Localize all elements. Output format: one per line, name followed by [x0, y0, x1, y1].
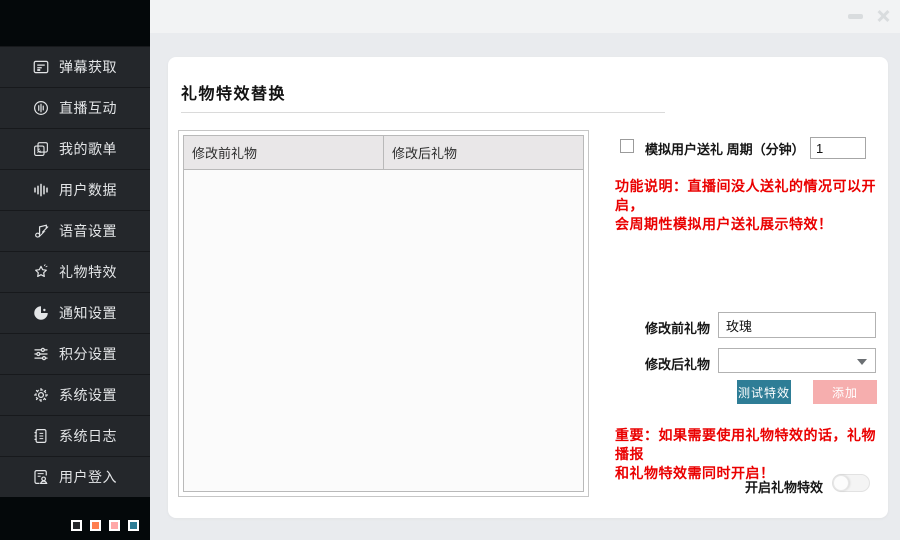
gift-table-body[interactable] — [184, 170, 583, 491]
after-gift-label: 修改后礼物 — [645, 354, 710, 373]
sidebar-item-label: 用户登入 — [59, 467, 117, 487]
sidebar-item-label: 积分设置 — [59, 344, 117, 364]
theme-swatch-teal[interactable] — [128, 520, 139, 531]
sidebar-item-system-settings[interactable]: 系统设置 — [0, 374, 150, 415]
period-minutes-input[interactable] — [810, 137, 866, 159]
sidebar-item-label: 语音设置 — [59, 221, 117, 241]
system-settings-icon — [32, 386, 50, 404]
sidebar-item-label: 用户数据 — [59, 180, 117, 200]
enable-gift-effect-label: 开启礼物特效 — [745, 477, 823, 496]
test-effect-button[interactable]: 测试特效 — [737, 380, 791, 404]
sidebar-item-notify-settings[interactable]: 通知设置 — [0, 292, 150, 333]
danmu-icon — [32, 58, 50, 76]
system-log-icon — [32, 427, 50, 445]
column-header-before: 修改前礼物 — [184, 136, 383, 169]
sidebar-item-label: 弹幕获取 — [59, 57, 117, 77]
points-settings-icon — [32, 345, 50, 363]
after-gift-select[interactable] — [718, 348, 876, 373]
notify-settings-icon — [32, 304, 50, 322]
sidebar-item-system-log[interactable]: 系统日志 — [0, 415, 150, 456]
playlist-icon: A — [32, 140, 50, 158]
column-header-after: 修改后礼物 — [383, 136, 583, 169]
gift-table: 修改前礼物 修改后礼物 — [183, 135, 584, 492]
before-gift-input[interactable] — [718, 312, 876, 338]
gift-effect-card: 礼物特效替换 修改前礼物 修改后礼物 模拟用户送礼 周期（分钟） — [168, 57, 888, 518]
sidebar-header — [0, 0, 150, 46]
titlebar — [150, 0, 900, 33]
user-login-icon — [32, 468, 50, 486]
sidebar-item-label: 我的歌单 — [59, 139, 117, 159]
sidebar-item-label: 礼物特效 — [59, 262, 117, 282]
sidebar-item-points-settings[interactable]: 积分设置 — [0, 333, 150, 374]
svg-text:A: A — [37, 149, 41, 155]
sidebar-item-user-data[interactable]: 用户数据 — [0, 169, 150, 210]
user-data-icon — [32, 181, 50, 199]
theme-swatch-pink[interactable] — [109, 520, 120, 531]
close-icon[interactable] — [875, 8, 891, 24]
main-area: 礼物特效替换 修改前礼物 修改后礼物 模拟用户送礼 周期（分钟） — [150, 0, 900, 540]
sidebar: 弹幕获取 直播互动 A 我的歌单 用户数据 语音设置 — [0, 0, 150, 540]
sidebar-item-label: 直播互动 — [59, 98, 117, 118]
sidebar-item-gift-effect[interactable]: 礼物特效 — [0, 251, 150, 292]
sidebar-item-label: 系统设置 — [59, 385, 117, 405]
sidebar-item-playlist[interactable]: A 我的歌单 — [0, 128, 150, 169]
before-gift-label: 修改前礼物 — [645, 318, 710, 337]
app-window: 弹幕获取 直播互动 A 我的歌单 用户数据 语音设置 — [0, 0, 900, 540]
title-divider — [181, 112, 665, 113]
minimize-icon[interactable] — [848, 14, 863, 19]
add-button[interactable]: 添加 — [813, 380, 877, 404]
voice-settings-icon — [32, 222, 50, 240]
page-title: 礼物特效替换 — [181, 80, 286, 104]
gift-mapping-table: 修改前礼物 修改后礼物 — [178, 130, 589, 497]
enable-gift-effect-toggle[interactable] — [832, 474, 870, 492]
gift-effect-icon — [32, 263, 50, 281]
live-interact-icon — [32, 99, 50, 117]
chevron-down-icon — [857, 359, 867, 365]
simulate-send-label: 模拟用户送礼 周期（分钟） — [645, 139, 805, 158]
sidebar-item-label: 通知设置 — [59, 303, 117, 323]
theme-swatch-dark[interactable] — [71, 520, 82, 531]
sidebar-item-label: 系统日志 — [59, 426, 117, 446]
theme-swatch-orange[interactable] — [90, 520, 101, 531]
theme-palette — [0, 497, 150, 540]
content-area: 礼物特效替换 修改前礼物 修改后礼物 模拟用户送礼 周期（分钟） — [150, 33, 900, 540]
toggle-knob — [833, 475, 849, 491]
feature-note: 功能说明：直播间没人送礼的情况可以开启， 会周期性模拟用户送礼展示特效！ — [615, 177, 885, 234]
sidebar-item-danmu[interactable]: 弹幕获取 — [0, 46, 150, 87]
sidebar-item-user-login[interactable]: 用户登入 — [0, 456, 150, 497]
simulate-send-checkbox[interactable] — [620, 139, 634, 153]
sidebar-item-live-interact[interactable]: 直播互动 — [0, 87, 150, 128]
gift-table-header: 修改前礼物 修改后礼物 — [184, 136, 583, 170]
sidebar-item-voice-settings[interactable]: 语音设置 — [0, 210, 150, 251]
